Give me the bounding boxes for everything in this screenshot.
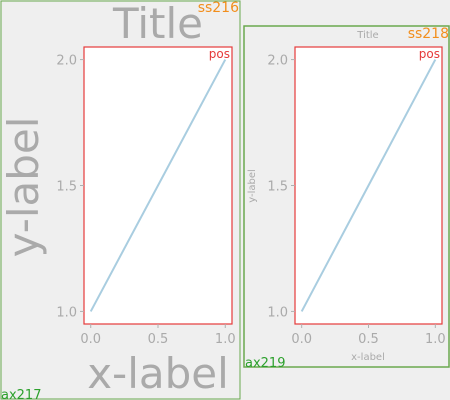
left-x-tick-label: 1.0 bbox=[215, 332, 236, 347]
left-plot-area: pos 0.0 0.5 1.0 1.0 1.5 2.0 bbox=[56, 46, 236, 347]
right-plot-area: pos 0.0 0.5 1.0 1.0 1.5 2.0 bbox=[267, 46, 446, 347]
right-x-tick-label: 0.5 bbox=[358, 332, 379, 347]
right-y-axis-label: y-label bbox=[247, 169, 258, 203]
left-x-tick-label: 0.5 bbox=[148, 332, 169, 347]
left-axes: Title ss216 y-label x-label ax217 pos 0.0… bbox=[0, 0, 239, 400]
left-subfigure-label: ss216 bbox=[198, 0, 239, 16]
left-x-tick-label: 0.0 bbox=[80, 332, 101, 347]
left-y-axis-label: y-label bbox=[0, 117, 48, 258]
right-axes-label: ax219 bbox=[245, 356, 285, 371]
left-x-axis-label: x-label bbox=[87, 349, 229, 398]
left-y-tick-label: 1.0 bbox=[56, 305, 77, 320]
right-x-axis-label: x-label bbox=[351, 352, 385, 363]
right-subfigure-label: ss218 bbox=[408, 26, 449, 42]
right-y-tick-label: 1.0 bbox=[267, 305, 288, 320]
left-position-label: pos bbox=[209, 47, 230, 61]
right-y-tick-label: 1.5 bbox=[267, 180, 288, 195]
left-y-tick-label: 2.0 bbox=[56, 54, 77, 69]
figure: Title ss216 y-label x-label ax217 pos 0.0… bbox=[0, 0, 450, 400]
right-position-label: pos bbox=[419, 47, 440, 61]
right-chart-title: Title bbox=[356, 30, 378, 41]
right-y-tick-label: 2.0 bbox=[267, 54, 288, 69]
left-chart-title: Title bbox=[112, 0, 203, 48]
right-x-tick-label: 0.0 bbox=[291, 332, 312, 347]
right-x-tick-label: 1.0 bbox=[425, 332, 446, 347]
left-axes-label: ax217 bbox=[1, 388, 41, 400]
left-y-tick-label: 1.5 bbox=[56, 180, 77, 195]
right-axes: Title ss218 y-label x-label ax219 pos 0.0… bbox=[245, 26, 449, 371]
